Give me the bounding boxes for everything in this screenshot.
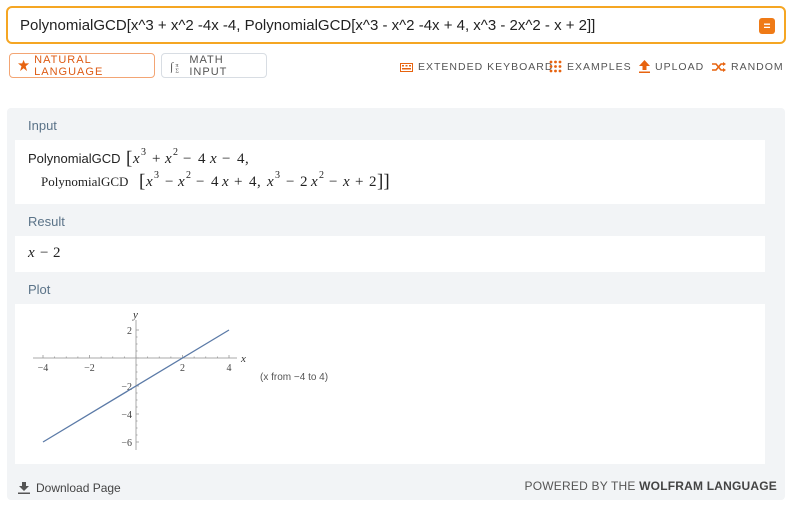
y-tick-label: −6 bbox=[121, 438, 132, 449]
upload-link[interactable]: UPLOAD bbox=[639, 60, 704, 73]
op-minus: − bbox=[165, 174, 173, 190]
plot-range-note: (x from −4 to 4) bbox=[260, 372, 329, 383]
extended-keyboard-link[interactable]: EXTENDED KEYBOARD bbox=[400, 61, 553, 73]
input-pod-body: PolynomialGCD [ x 3 + x 2 − 4 x − 4 , Po… bbox=[15, 140, 765, 204]
term-x: x bbox=[177, 174, 185, 190]
math-input-label: MATH INPUT bbox=[189, 53, 228, 78]
wolfram-star-icon bbox=[18, 59, 30, 72]
exp-3: 3 bbox=[154, 170, 159, 181]
shuffle-icon bbox=[712, 62, 726, 72]
input-pod-title: Input bbox=[28, 118, 57, 133]
x-tick-label: 2 bbox=[180, 363, 185, 374]
result-pod-title: Result bbox=[28, 214, 65, 229]
powered-by-brand: WOLFRAM LANGUAGE bbox=[639, 479, 777, 493]
download-icon bbox=[18, 482, 30, 494]
extended-keyboard-label: EXTENDED KEYBOARD bbox=[418, 61, 554, 73]
natural-language-button[interactable]: NATURAL LANGUAGE bbox=[9, 53, 155, 78]
exp-3: 3 bbox=[141, 147, 146, 158]
term-x: x bbox=[221, 174, 229, 190]
input-expression: PolynomialGCD [ x 3 + x 2 − 4 x − 4 , Po… bbox=[28, 147, 390, 192]
op-minus: − bbox=[286, 174, 294, 190]
y-tick-label: 2 bbox=[127, 326, 132, 337]
exp-2: 2 bbox=[186, 170, 191, 181]
search-input[interactable]: PolynomialGCD[x^3 + x^2 -4x -4, Polynomi… bbox=[20, 17, 595, 34]
term-x: x bbox=[209, 151, 217, 167]
search-bar[interactable]: PolynomialGCD[x^3 + x^2 -4x -4, Polynomi… bbox=[6, 6, 786, 44]
random-link[interactable]: RANDOM bbox=[712, 61, 784, 73]
x-axis-label: x bbox=[240, 353, 246, 365]
math-input-button[interactable]: ∫ π Σ MATH INPUT bbox=[161, 53, 267, 78]
op-minus: − bbox=[329, 174, 337, 190]
result-expression: x − 2 bbox=[27, 245, 61, 261]
result-x: x bbox=[27, 245, 35, 261]
plot-pod-body: −4 −2 2 4 2 −2 −4 −6 x y (x from −4 to 4) bbox=[15, 304, 765, 464]
x-tick-label: −2 bbox=[84, 363, 95, 374]
powered-by[interactable]: POWERED BY THE WOLFRAM LANGUAGE bbox=[525, 479, 777, 493]
upload-label: UPLOAD bbox=[655, 60, 705, 73]
coef-2: 2 bbox=[300, 174, 308, 190]
op-plus: + bbox=[355, 174, 363, 190]
results-card: Input PolynomialGCD [ x 3 + x 2 − 4 x − … bbox=[7, 108, 785, 500]
download-page-link[interactable]: Download Page bbox=[18, 481, 121, 495]
y-axis-label: y bbox=[132, 309, 138, 321]
term-x: x bbox=[132, 151, 140, 167]
x-tick-label: −4 bbox=[38, 363, 49, 374]
coef-4: 4 bbox=[211, 174, 219, 190]
const-2: 2 bbox=[369, 174, 377, 190]
keyboard-icon bbox=[400, 62, 413, 72]
svg-text:∫: ∫ bbox=[170, 60, 174, 73]
fn-name-outer: PolynomialGCD bbox=[28, 151, 120, 166]
term-x: x bbox=[310, 174, 318, 190]
equals-icon[interactable]: = bbox=[759, 18, 775, 34]
exp-3: 3 bbox=[275, 170, 280, 181]
term-x: x bbox=[342, 174, 350, 190]
op-plus: + bbox=[152, 151, 160, 167]
examples-label: EXAMPLES bbox=[567, 60, 632, 73]
x-tick-label: 4 bbox=[227, 363, 232, 374]
result-minus: − bbox=[40, 245, 48, 261]
comma: , bbox=[257, 174, 261, 190]
plot-chart: −4 −2 2 42−2−4−6 x y bbox=[33, 309, 246, 450]
term-x: x bbox=[164, 151, 172, 167]
math-input-icon: ∫ π Σ bbox=[170, 60, 180, 73]
term-x: x bbox=[145, 174, 153, 190]
op-minus: − bbox=[222, 151, 230, 167]
exp-2: 2 bbox=[173, 147, 178, 158]
examples-link[interactable]: EXAMPLES bbox=[549, 60, 632, 73]
svg-text:[: [ bbox=[139, 171, 145, 192]
y-tick-label: −4 bbox=[121, 410, 132, 421]
coef-4: 4 bbox=[198, 151, 206, 167]
svg-text:[: [ bbox=[126, 148, 132, 169]
op-minus: − bbox=[196, 174, 204, 190]
exp-2: 2 bbox=[319, 170, 324, 181]
fn-name-inner: PolynomialGCD bbox=[41, 174, 128, 189]
natural-language-label: NATURAL LANGUAGE bbox=[34, 53, 104, 78]
term-x: x bbox=[266, 174, 274, 190]
svg-text:Σ: Σ bbox=[175, 67, 180, 73]
random-label: RANDOM bbox=[731, 61, 784, 73]
powered-by-prefix: POWERED BY THE bbox=[524, 479, 636, 493]
plot-pod-title: Plot bbox=[28, 282, 51, 297]
upload-icon bbox=[639, 60, 650, 73]
grid-dots-icon bbox=[549, 60, 562, 73]
const-4: 4 bbox=[237, 151, 245, 167]
comma: , bbox=[245, 151, 249, 167]
const-4: 4 bbox=[249, 174, 257, 190]
result-pod-body: x − 2 bbox=[15, 236, 765, 272]
result-two: 2 bbox=[53, 245, 61, 261]
svg-text:]]: ]] bbox=[377, 171, 390, 192]
op-plus: + bbox=[234, 174, 242, 190]
op-minus: − bbox=[183, 151, 191, 167]
download-page-label: Download Page bbox=[36, 481, 121, 495]
